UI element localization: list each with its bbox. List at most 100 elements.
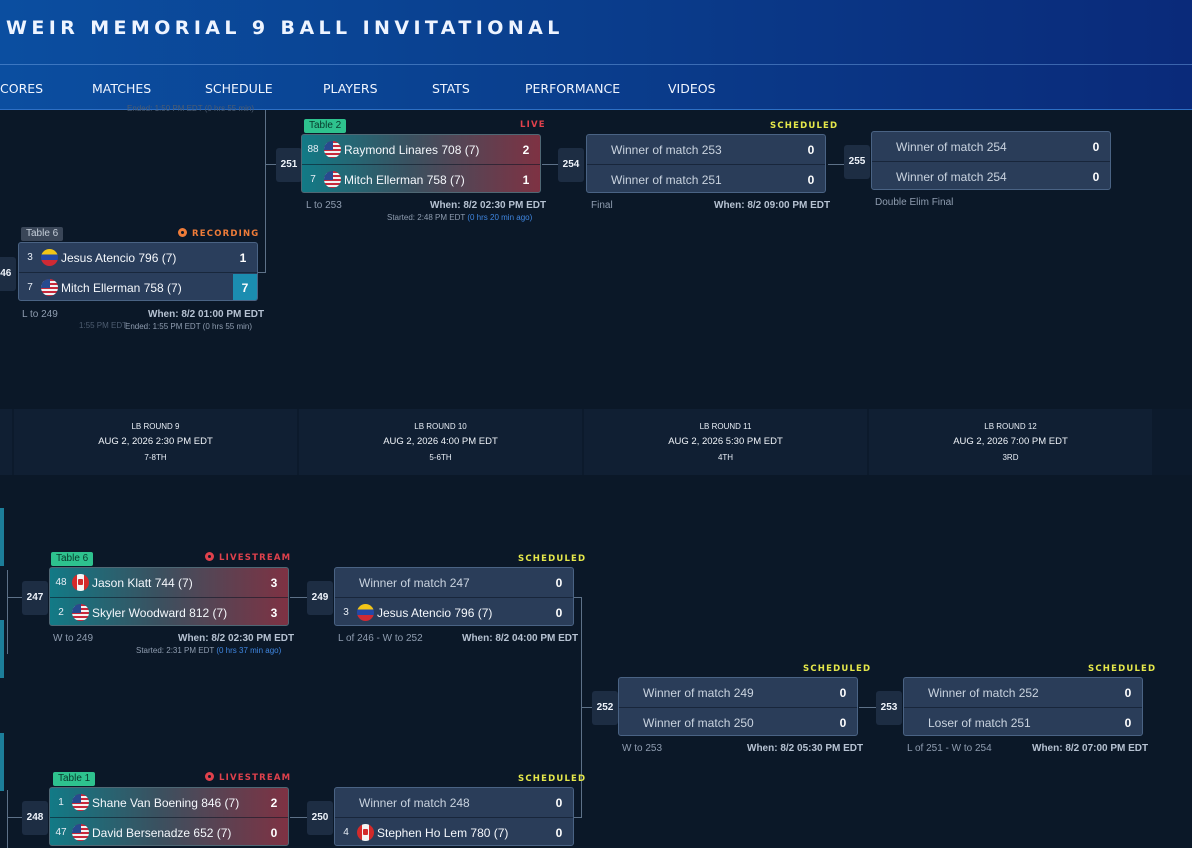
advance-note: Final <box>591 200 613 211</box>
player-score: 0 <box>555 825 563 840</box>
match-card-251[interactable]: 88 Raymond Linares 708 (7) 2 7 Mitch Ell… <box>301 134 541 193</box>
round-header: LB ROUND 9 AUG 2, 2026 2:30 PM EDT 7-8TH <box>14 409 297 475</box>
pending-slot: Winner of match 250 <box>643 715 754 730</box>
match-card-250[interactable]: Winner of match 248 0 4 Stephen Ho Lem 7… <box>334 787 574 846</box>
nav-scores[interactable]: CORES <box>0 81 43 96</box>
match-started: Started: 2:48 PM EDT (0 hrs 20 min ago) <box>387 213 533 222</box>
player-score: 1 <box>239 250 247 265</box>
usa-flag-icon <box>41 279 58 296</box>
status-recording: RECORDING <box>178 228 259 239</box>
advance-note: L of 251 - W to 254 <box>907 743 992 754</box>
seed: 1 <box>58 797 64 808</box>
pending-slot: Winner of match 254 <box>896 169 1007 184</box>
round-name: LB ROUND 11 <box>699 422 752 431</box>
match-card-253[interactable]: Winner of match 252 0 Loser of match 251… <box>903 677 1143 736</box>
status-scheduled: SCHEDULED <box>770 121 839 131</box>
table-tag: Table 1 <box>53 772 96 786</box>
player-name: Jesus Atencio 796 (7) <box>61 250 177 265</box>
player-row: 3 Jesus Atencio 796 (7) 1 <box>19 243 257 272</box>
status-scheduled: SCHEDULED <box>518 554 587 564</box>
pending-slot: Winner of match 249 <box>643 685 754 700</box>
status-livestream: LIVESTREAM <box>205 772 291 783</box>
player-row: Winner of match 249 0 <box>619 678 857 707</box>
match-card-252[interactable]: Winner of match 249 0 Winner of match 25… <box>618 677 858 736</box>
round-date: AUG 2, 2026 4:00 PM EDT <box>383 436 498 447</box>
player-name: Jesus Atencio 796 (7) <box>377 605 493 620</box>
table-tag: Table 2 <box>304 119 347 133</box>
nav-performance[interactable]: PERFORMANCE <box>525 81 620 96</box>
usa-flag-icon <box>72 794 89 811</box>
player-score: 3 <box>270 575 278 590</box>
seed: 3 <box>27 252 33 263</box>
player-row: Winner of match 252 0 <box>904 678 1142 707</box>
seed: 2 <box>58 607 64 618</box>
round-header: LB ROUND 10 AUG 2, 2026 4:00 PM EDT 5-6T… <box>299 409 582 475</box>
usa-flag-icon <box>324 141 341 158</box>
round-header: LB ROUND 11 AUG 2, 2026 5:30 PM EDT 4TH <box>584 409 867 475</box>
status-scheduled: SCHEDULED <box>518 774 587 784</box>
match-card-255[interactable]: Winner of match 254 0 Winner of match 25… <box>871 131 1111 190</box>
advance-note: L to 253 <box>306 200 342 211</box>
player-score: 0 <box>555 795 563 810</box>
status-scheduled: SCHEDULED <box>1088 664 1157 674</box>
round-date: AUG 2, 2026 5:30 PM EDT <box>668 436 783 447</box>
player-score: 0 <box>270 825 278 840</box>
match-card-249[interactable]: Winner of match 247 0 3 Jesus Atencio 79… <box>334 567 574 626</box>
match-number: 247 <box>22 581 48 615</box>
player-score: 0 <box>555 605 563 620</box>
match-when: When: 8/2 05:30 PM EDT <box>747 743 864 754</box>
match-card-247[interactable]: 48 Jason Klatt 744 (7) 3 2 Skyler Woodwa… <box>49 567 289 626</box>
match-number: 254 <box>558 148 584 182</box>
bracket-connector <box>7 597 23 598</box>
round-place: 5-6TH <box>429 453 452 462</box>
match-card-246[interactable]: 3 Jesus Atencio 796 (7) 1 7 Mitch Ellerm… <box>18 242 258 301</box>
pending-slot: Winner of match 251 <box>611 172 722 187</box>
match-when: When: 8/2 01:00 PM EDT <box>148 309 265 320</box>
bracket-connector <box>859 707 877 708</box>
ghost-text: Ended: 1:50 PM EDT (0 hrs 55 min) <box>127 104 255 113</box>
match-number: 246 <box>0 257 16 291</box>
player-row: 4 Stephen Ho Lem 780 (7) 0 <box>335 818 573 845</box>
nav-videos[interactable]: VIDEOS <box>668 81 716 96</box>
round-date: AUG 2, 2026 7:00 PM EDT <box>953 436 1068 447</box>
seed: 4 <box>343 827 349 838</box>
player-row: Winner of match 251 0 <box>587 165 825 192</box>
canada-flag-icon <box>72 574 89 591</box>
nav-players[interactable]: PLAYERS <box>323 81 378 96</box>
seed: 3 <box>343 607 349 618</box>
pending-slot: Winner of match 247 <box>359 575 470 590</box>
match-ended: Ended: 1:55 PM EDT (0 hrs 55 min) <box>125 322 253 331</box>
livestream-icon <box>205 772 214 781</box>
player-score: 0 <box>1124 715 1132 730</box>
ghost-text: 1:55 PM EDT <box>79 321 128 330</box>
round-name: LB ROUND 10 <box>414 422 467 431</box>
nav-divider <box>0 64 1192 65</box>
offscreen-card-edge <box>0 620 4 678</box>
round-header-partial <box>0 409 12 475</box>
match-number: 248 <box>22 801 48 835</box>
nav-stats[interactable]: STATS <box>432 81 470 96</box>
player-row: 3 Jesus Atencio 796 (7) 0 <box>335 598 573 625</box>
player-row: Loser of match 251 0 <box>904 708 1142 735</box>
venezuela-flag-icon <box>41 249 58 266</box>
match-when: When: 8/2 02:30 PM EDT <box>430 200 547 211</box>
seed: 48 <box>55 577 67 588</box>
round-place: 3RD <box>1002 453 1019 462</box>
player-score: 0 <box>807 142 815 157</box>
nav-schedule[interactable]: SCHEDULE <box>205 81 273 96</box>
player-score: 3 <box>270 605 278 620</box>
round-place: 7-8TH <box>144 453 167 462</box>
player-row: 47 David Bersenadze 652 (7) 0 <box>50 818 288 845</box>
event-title: WEIR MEMORIAL 9 BALL INVITATIONAL <box>6 17 564 39</box>
seed: 47 <box>55 827 67 838</box>
nav-matches[interactable]: MATCHES <box>92 81 151 96</box>
usa-flag-icon <box>72 604 89 621</box>
bracket-connector <box>7 790 8 848</box>
player-row: Winner of match 250 0 <box>619 708 857 735</box>
match-card-254[interactable]: Winner of match 253 0 Winner of match 25… <box>586 134 826 193</box>
match-card-248[interactable]: 1 Shane Van Boening 846 (7) 2 47 David B… <box>49 787 289 846</box>
round-date: AUG 2, 2026 2:30 PM EDT <box>98 436 213 447</box>
player-score: 2 <box>522 142 530 157</box>
status-live: LIVE <box>520 120 546 130</box>
player-score: 0 <box>807 172 815 187</box>
